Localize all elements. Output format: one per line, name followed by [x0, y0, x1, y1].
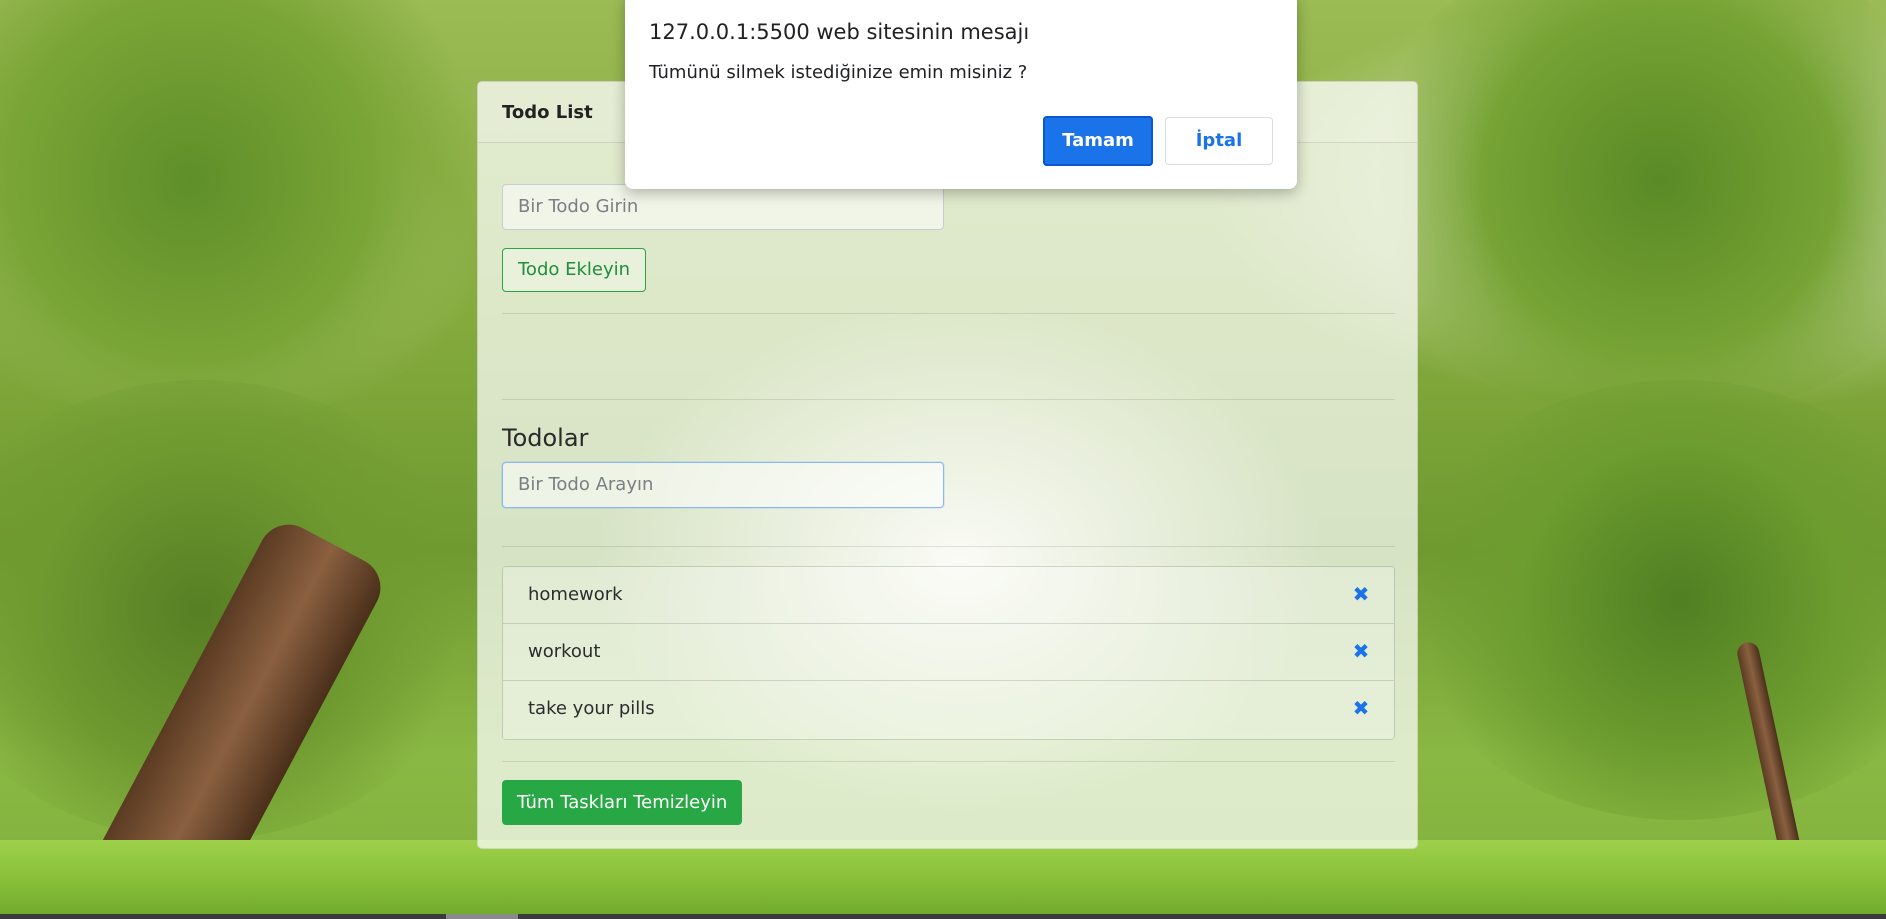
- add-todo-button[interactable]: Todo Ekleyin: [502, 248, 647, 292]
- todo-text: homework: [528, 584, 623, 605]
- list-item: homework ✖: [503, 567, 1394, 624]
- todo-card: Todo List Bir Todo Girin Todo Ekleyin To…: [477, 81, 1418, 849]
- taskbar-strip: [0, 914, 1886, 919]
- cancel-button[interactable]: İptal: [1165, 117, 1273, 165]
- list-item: workout ✖: [503, 624, 1394, 681]
- card-title: Todo List: [502, 102, 593, 123]
- close-icon[interactable]: ✖: [1352, 640, 1370, 662]
- close-icon[interactable]: ✖: [1352, 583, 1370, 605]
- close-icon[interactable]: ✖: [1352, 697, 1370, 719]
- todo-text: workout: [528, 641, 601, 662]
- list-item: take your pills ✖: [503, 681, 1394, 739]
- clear-all-button[interactable]: Tüm Taskları Temizleyin: [502, 780, 743, 825]
- ok-button[interactable]: Tamam: [1043, 116, 1153, 166]
- todo-input[interactable]: Bir Todo Girin: [502, 184, 944, 230]
- todo-text: take your pills: [528, 698, 655, 719]
- divider: [502, 761, 1395, 762]
- dialog-message: Tümünü silmek istediğinize emin misiniz …: [649, 62, 1028, 83]
- todos-section-title: Todolar: [502, 424, 589, 452]
- divider: [502, 399, 1395, 400]
- dialog-title: 127.0.0.1:5500 web sitesinin mesajı: [649, 20, 1030, 44]
- todo-input-placeholder: Bir Todo Girin: [518, 196, 639, 217]
- confirm-dialog: 127.0.0.1:5500 web sitesinin mesajı Tümü…: [625, 0, 1297, 189]
- search-input[interactable]: Bir Todo Arayın: [502, 462, 944, 508]
- divider: [502, 313, 1395, 314]
- todo-list: homework ✖ workout ✖ take your pills ✖: [502, 566, 1395, 740]
- divider: [502, 546, 1395, 547]
- search-input-placeholder: Bir Todo Arayın: [518, 474, 654, 495]
